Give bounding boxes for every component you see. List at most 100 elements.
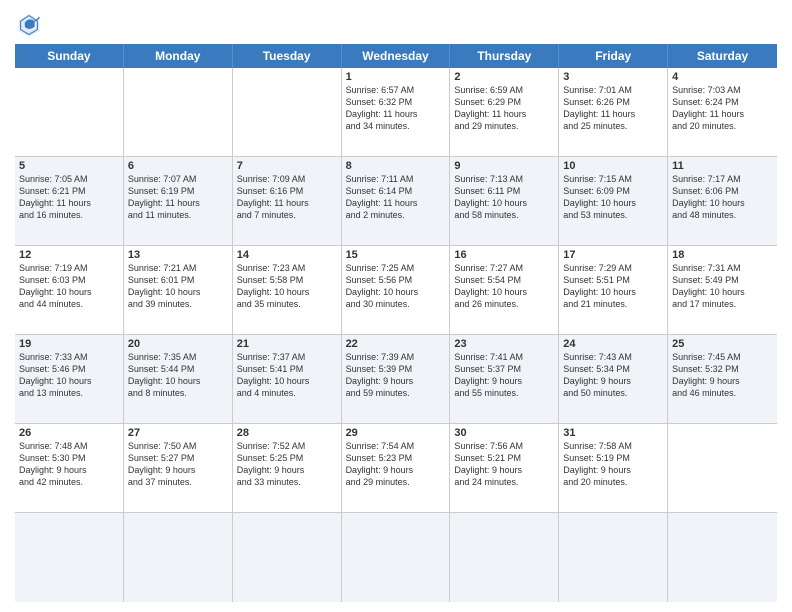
cal-row-2: 12Sunrise: 7:19 AM Sunset: 6:03 PM Dayli…	[15, 246, 777, 335]
cal-cell-r0-c5: 3Sunrise: 7:01 AM Sunset: 6:26 PM Daylig…	[559, 68, 668, 156]
cell-info: Sunrise: 7:45 AM Sunset: 5:32 PM Dayligh…	[672, 351, 773, 400]
cal-row-5	[15, 513, 777, 602]
day-number: 7	[237, 160, 337, 172]
cal-cell-r3-c2: 21Sunrise: 7:37 AM Sunset: 5:41 PM Dayli…	[233, 335, 342, 423]
cal-cell-r0-c6: 4Sunrise: 7:03 AM Sunset: 6:24 PM Daylig…	[668, 68, 777, 156]
cell-info: Sunrise: 7:52 AM Sunset: 5:25 PM Dayligh…	[237, 440, 337, 489]
cal-cell-r1-c5: 10Sunrise: 7:15 AM Sunset: 6:09 PM Dayli…	[559, 157, 668, 245]
cal-cell-r2-c2: 14Sunrise: 7:23 AM Sunset: 5:58 PM Dayli…	[233, 246, 342, 334]
cell-info: Sunrise: 6:59 AM Sunset: 6:29 PM Dayligh…	[454, 84, 554, 133]
cell-info: Sunrise: 7:29 AM Sunset: 5:51 PM Dayligh…	[563, 262, 663, 311]
header-friday: Friday	[559, 44, 668, 68]
cell-info: Sunrise: 7:21 AM Sunset: 6:01 PM Dayligh…	[128, 262, 228, 311]
cal-cell-r2-c4: 16Sunrise: 7:27 AM Sunset: 5:54 PM Dayli…	[450, 246, 559, 334]
day-number: 12	[19, 249, 119, 261]
day-number: 1	[346, 71, 446, 83]
cell-info: Sunrise: 6:57 AM Sunset: 6:32 PM Dayligh…	[346, 84, 446, 133]
cell-info: Sunrise: 7:23 AM Sunset: 5:58 PM Dayligh…	[237, 262, 337, 311]
cal-cell-r3-c5: 24Sunrise: 7:43 AM Sunset: 5:34 PM Dayli…	[559, 335, 668, 423]
header-wednesday: Wednesday	[342, 44, 451, 68]
cell-info: Sunrise: 7:25 AM Sunset: 5:56 PM Dayligh…	[346, 262, 446, 311]
day-number: 17	[563, 249, 663, 261]
day-number: 24	[563, 338, 663, 350]
cal-cell-r4-c1: 27Sunrise: 7:50 AM Sunset: 5:27 PM Dayli…	[124, 424, 233, 512]
header-sunday: Sunday	[15, 44, 124, 68]
calendar-body: 1Sunrise: 6:57 AM Sunset: 6:32 PM Daylig…	[15, 68, 777, 602]
cal-cell-r5-c4	[450, 513, 559, 602]
cal-cell-r4-c4: 30Sunrise: 7:56 AM Sunset: 5:21 PM Dayli…	[450, 424, 559, 512]
day-number: 4	[672, 71, 773, 83]
day-number: 16	[454, 249, 554, 261]
day-number: 6	[128, 160, 228, 172]
header-thursday: Thursday	[450, 44, 559, 68]
cell-info: Sunrise: 7:19 AM Sunset: 6:03 PM Dayligh…	[19, 262, 119, 311]
page: SundayMondayTuesdayWednesdayThursdayFrid…	[0, 0, 792, 612]
cal-cell-r1-c4: 9Sunrise: 7:13 AM Sunset: 6:11 PM Daylig…	[450, 157, 559, 245]
cal-cell-r5-c5	[559, 513, 668, 602]
cell-info: Sunrise: 7:50 AM Sunset: 5:27 PM Dayligh…	[128, 440, 228, 489]
cell-info: Sunrise: 7:27 AM Sunset: 5:54 PM Dayligh…	[454, 262, 554, 311]
calendar: SundayMondayTuesdayWednesdayThursdayFrid…	[15, 44, 777, 602]
day-number: 2	[454, 71, 554, 83]
cal-cell-r0-c3: 1Sunrise: 6:57 AM Sunset: 6:32 PM Daylig…	[342, 68, 451, 156]
cal-cell-r3-c1: 20Sunrise: 7:35 AM Sunset: 5:44 PM Dayli…	[124, 335, 233, 423]
cell-info: Sunrise: 7:48 AM Sunset: 5:30 PM Dayligh…	[19, 440, 119, 489]
cal-cell-r3-c6: 25Sunrise: 7:45 AM Sunset: 5:32 PM Dayli…	[668, 335, 777, 423]
header-saturday: Saturday	[668, 44, 777, 68]
day-number: 20	[128, 338, 228, 350]
day-number: 28	[237, 427, 337, 439]
day-number: 8	[346, 160, 446, 172]
cal-cell-r4-c2: 28Sunrise: 7:52 AM Sunset: 5:25 PM Dayli…	[233, 424, 342, 512]
day-number: 3	[563, 71, 663, 83]
cal-row-4: 26Sunrise: 7:48 AM Sunset: 5:30 PM Dayli…	[15, 424, 777, 513]
cal-cell-r2-c1: 13Sunrise: 7:21 AM Sunset: 6:01 PM Dayli…	[124, 246, 233, 334]
day-number: 29	[346, 427, 446, 439]
cell-info: Sunrise: 7:05 AM Sunset: 6:21 PM Dayligh…	[19, 173, 119, 222]
cell-info: Sunrise: 7:56 AM Sunset: 5:21 PM Dayligh…	[454, 440, 554, 489]
cell-info: Sunrise: 7:41 AM Sunset: 5:37 PM Dayligh…	[454, 351, 554, 400]
cal-cell-r2-c6: 18Sunrise: 7:31 AM Sunset: 5:49 PM Dayli…	[668, 246, 777, 334]
cal-cell-r0-c4: 2Sunrise: 6:59 AM Sunset: 6:29 PM Daylig…	[450, 68, 559, 156]
cell-info: Sunrise: 7:15 AM Sunset: 6:09 PM Dayligh…	[563, 173, 663, 222]
cell-info: Sunrise: 7:01 AM Sunset: 6:26 PM Dayligh…	[563, 84, 663, 133]
day-number: 25	[672, 338, 773, 350]
cell-info: Sunrise: 7:13 AM Sunset: 6:11 PM Dayligh…	[454, 173, 554, 222]
cal-cell-r4-c0: 26Sunrise: 7:48 AM Sunset: 5:30 PM Dayli…	[15, 424, 124, 512]
cal-cell-r1-c1: 6Sunrise: 7:07 AM Sunset: 6:19 PM Daylig…	[124, 157, 233, 245]
cell-info: Sunrise: 7:54 AM Sunset: 5:23 PM Dayligh…	[346, 440, 446, 489]
day-number: 30	[454, 427, 554, 439]
cal-row-3: 19Sunrise: 7:33 AM Sunset: 5:46 PM Dayli…	[15, 335, 777, 424]
day-number: 19	[19, 338, 119, 350]
logo-icon	[15, 10, 43, 38]
day-number: 21	[237, 338, 337, 350]
day-number: 23	[454, 338, 554, 350]
cal-cell-r2-c0: 12Sunrise: 7:19 AM Sunset: 6:03 PM Dayli…	[15, 246, 124, 334]
cal-cell-r2-c5: 17Sunrise: 7:29 AM Sunset: 5:51 PM Dayli…	[559, 246, 668, 334]
cal-cell-r1-c2: 7Sunrise: 7:09 AM Sunset: 6:16 PM Daylig…	[233, 157, 342, 245]
cell-info: Sunrise: 7:35 AM Sunset: 5:44 PM Dayligh…	[128, 351, 228, 400]
cell-info: Sunrise: 7:03 AM Sunset: 6:24 PM Dayligh…	[672, 84, 773, 133]
cal-cell-r1-c0: 5Sunrise: 7:05 AM Sunset: 6:21 PM Daylig…	[15, 157, 124, 245]
day-number: 26	[19, 427, 119, 439]
cal-row-1: 5Sunrise: 7:05 AM Sunset: 6:21 PM Daylig…	[15, 157, 777, 246]
cal-cell-r5-c6	[668, 513, 777, 602]
cal-cell-r4-c5: 31Sunrise: 7:58 AM Sunset: 5:19 PM Dayli…	[559, 424, 668, 512]
day-number: 27	[128, 427, 228, 439]
cal-cell-r1-c6: 11Sunrise: 7:17 AM Sunset: 6:06 PM Dayli…	[668, 157, 777, 245]
cal-cell-r5-c0	[15, 513, 124, 602]
cell-info: Sunrise: 7:17 AM Sunset: 6:06 PM Dayligh…	[672, 173, 773, 222]
day-number: 11	[672, 160, 773, 172]
cell-info: Sunrise: 7:33 AM Sunset: 5:46 PM Dayligh…	[19, 351, 119, 400]
cal-cell-r3-c4: 23Sunrise: 7:41 AM Sunset: 5:37 PM Dayli…	[450, 335, 559, 423]
cell-info: Sunrise: 7:37 AM Sunset: 5:41 PM Dayligh…	[237, 351, 337, 400]
day-number: 13	[128, 249, 228, 261]
cal-cell-r0-c2	[233, 68, 342, 156]
header-monday: Monday	[124, 44, 233, 68]
day-number: 9	[454, 160, 554, 172]
cal-cell-r5-c2	[233, 513, 342, 602]
cal-cell-r2-c3: 15Sunrise: 7:25 AM Sunset: 5:56 PM Dayli…	[342, 246, 451, 334]
day-number: 22	[346, 338, 446, 350]
header-tuesday: Tuesday	[233, 44, 342, 68]
day-number: 31	[563, 427, 663, 439]
cal-cell-r0-c0	[15, 68, 124, 156]
